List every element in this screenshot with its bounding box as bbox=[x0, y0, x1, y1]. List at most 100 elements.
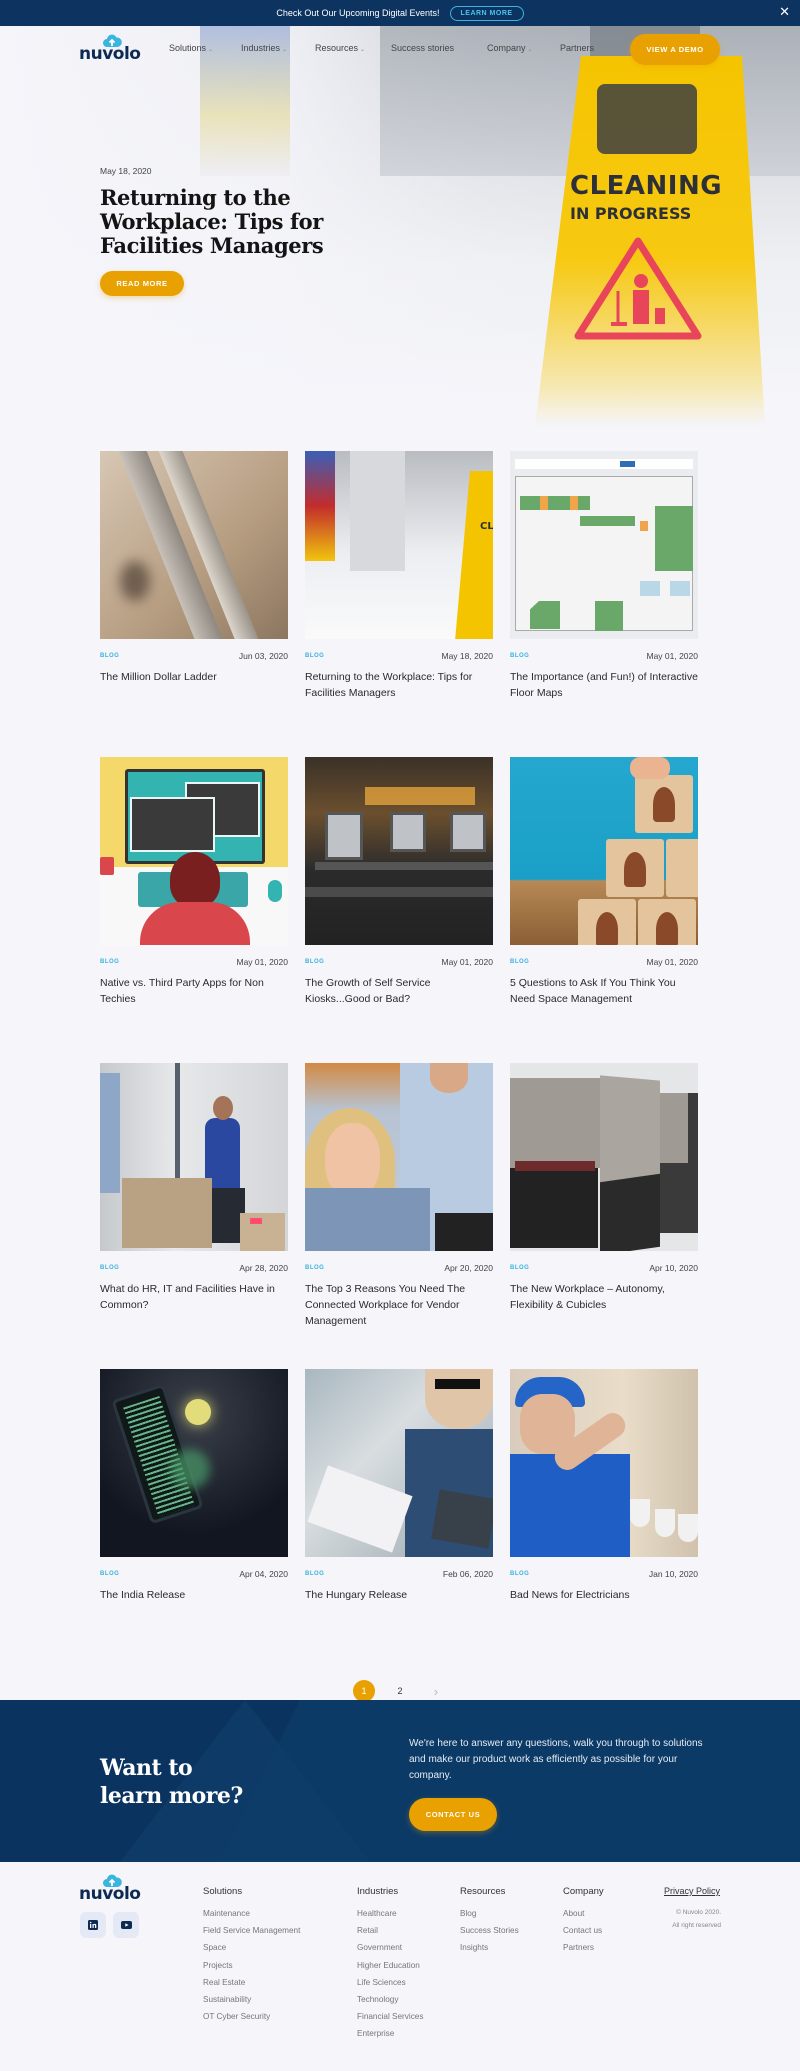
blog-tag[interactable]: BLOG bbox=[305, 1265, 324, 1271]
footer-link[interactable]: Financial Services bbox=[357, 2008, 423, 2025]
nav-resources[interactable]: Resources ⌄ bbox=[315, 43, 365, 53]
blog-thumbnail-cleaning-sign[interactable]: CL bbox=[305, 451, 493, 639]
hero-title: Returning to the Workplace: Tips for Fac… bbox=[100, 185, 324, 259]
blog-title[interactable]: 5 Questions to Ask If You Think You Need… bbox=[510, 975, 698, 1023]
blog-tag[interactable]: BLOG bbox=[510, 653, 529, 659]
blog-tag[interactable]: BLOG bbox=[100, 1265, 119, 1271]
blog-title[interactable]: What do HR, IT and Facilities Have in Co… bbox=[100, 1281, 288, 1329]
blog-tag[interactable]: BLOG bbox=[100, 1571, 119, 1577]
blog-tag[interactable]: BLOG bbox=[510, 959, 529, 965]
blog-title[interactable]: The New Workplace – Autonomy, Flexibilit… bbox=[510, 1281, 698, 1329]
cta-title-line1: Want to bbox=[100, 1755, 193, 1781]
hero-content: May 18, 2020 Returning to the Workplace:… bbox=[100, 166, 380, 297]
footer-heading: Solutions bbox=[203, 1886, 243, 1897]
blog-tag[interactable]: BLOG bbox=[510, 1571, 529, 1577]
blog-card[interactable]: BLOG May 01, 2020 5 Questions to Ask If Yo… bbox=[510, 757, 698, 1023]
blog-meta: BLOG Jan 10, 2020 bbox=[510, 1569, 698, 1579]
linkedin-button[interactable] bbox=[80, 1912, 106, 1938]
blog-card[interactable]: CL BLOG May 18, 2020 Returning to the Workp… bbox=[305, 451, 493, 717]
blog-card[interactable]: BLOG Apr 20, 2020 The Top 3 Reasons You Ne… bbox=[305, 1063, 493, 1329]
footer-link[interactable]: Space bbox=[203, 1939, 300, 1956]
footer-link[interactable]: Insights bbox=[460, 1939, 519, 1956]
blog-title[interactable]: The Hungary Release bbox=[305, 1587, 493, 1635]
privacy-policy-link[interactable]: Privacy Policy bbox=[664, 1886, 720, 1896]
footer-link[interactable]: Blog bbox=[460, 1905, 519, 1922]
footer-link[interactable]: Life Sciences bbox=[357, 1974, 423, 1991]
blog-thumbnail-developer-illustration[interactable] bbox=[100, 757, 288, 945]
read-more-button[interactable]: READ MORE bbox=[100, 271, 184, 297]
footer-link[interactable]: Government bbox=[357, 1939, 423, 1956]
blog-thumbnail-phone-code[interactable] bbox=[100, 1369, 288, 1557]
footer-link[interactable]: Technology bbox=[357, 1991, 423, 2008]
blog-card[interactable]: BLOG Apr 28, 2020 What do HR, IT and Facil… bbox=[100, 1063, 288, 1329]
nav-success-stories[interactable]: Success stories bbox=[391, 43, 454, 53]
footer-link[interactable]: Higher Education bbox=[357, 1957, 423, 1974]
blog-thumbnail-cubicles[interactable] bbox=[510, 1063, 698, 1251]
blog-title[interactable]: The Top 3 Reasons You Need The Connected… bbox=[305, 1281, 493, 1329]
blog-date: Apr 28, 2020 bbox=[239, 1263, 288, 1273]
blog-card[interactable]: BLOG Jun 03, 2020 The Million Dollar Ladde… bbox=[100, 451, 288, 717]
nav-industries[interactable]: Industries ⌄ bbox=[241, 43, 287, 53]
youtube-button[interactable] bbox=[113, 1912, 139, 1938]
footer-link[interactable]: Retail bbox=[357, 1922, 423, 1939]
blog-title[interactable]: The Million Dollar Ladder bbox=[100, 669, 288, 717]
nav-partners[interactable]: Partners bbox=[560, 43, 594, 53]
footer-link[interactable]: Success Stories bbox=[460, 1922, 519, 1939]
blog-thumbnail-warehouse-colleagues[interactable] bbox=[305, 1063, 493, 1251]
blog-meta: BLOG May 01, 2020 bbox=[305, 957, 493, 967]
close-icon[interactable]: ✕ bbox=[779, 5, 790, 19]
blog-thumbnail-electrician[interactable] bbox=[510, 1369, 698, 1557]
blog-date: May 01, 2020 bbox=[236, 957, 288, 967]
footer-link[interactable]: OT Cyber Security bbox=[203, 2008, 300, 2025]
footer-link[interactable]: Enterprise bbox=[357, 2025, 423, 2042]
contact-us-button[interactable]: CONTACT US bbox=[409, 1798, 497, 1831]
blog-title[interactable]: The Growth of Self Service Kiosks...Good… bbox=[305, 975, 493, 1023]
footer-link[interactable]: Sustainability bbox=[203, 1991, 300, 2008]
nav-solutions[interactable]: Solutions ⌄ bbox=[169, 43, 213, 53]
blog-title[interactable]: The Importance (and Fun!) of Interactive… bbox=[510, 669, 698, 717]
blog-card[interactable]: BLOG Feb 06, 2020 The Hungary Release bbox=[305, 1369, 493, 1635]
blog-thumbnail-floor-map[interactable] bbox=[510, 451, 698, 639]
blog-tag[interactable]: BLOG bbox=[305, 653, 324, 659]
cta-title: Want to learn more? bbox=[100, 1754, 243, 1810]
learn-more-button[interactable]: LEARN MORE bbox=[449, 5, 524, 21]
footer-link[interactable]: Partners bbox=[563, 1939, 604, 1956]
nuvolo-logo[interactable]: nuvolo bbox=[79, 34, 141, 66]
footer-link[interactable]: Field Service Management bbox=[203, 1922, 300, 1939]
blog-title[interactable]: The India Release bbox=[100, 1587, 288, 1635]
page-2-button[interactable]: 2 bbox=[389, 1680, 411, 1702]
blog-card[interactable]: BLOG May 01, 2020 The Growth of Self Servi… bbox=[305, 757, 493, 1023]
blog-tag[interactable]: BLOG bbox=[510, 1265, 529, 1271]
blog-card[interactable]: BLOG May 01, 2020 The Importance (and Fun!… bbox=[510, 451, 698, 717]
blog-tag[interactable]: BLOG bbox=[100, 959, 119, 965]
footer-link[interactable]: Real Estate bbox=[203, 1974, 300, 1991]
blog-card[interactable]: BLOG May 01, 2020 Native vs. Third Party A… bbox=[100, 757, 288, 1023]
blog-row: BLOG Apr 28, 2020 What do HR, IT and Facil… bbox=[100, 1063, 800, 1329]
footer-logo[interactable]: nuvolo bbox=[79, 1874, 141, 1906]
blog-title[interactable]: Returning to the Workplace: Tips for Fac… bbox=[305, 669, 493, 717]
footer-link[interactable]: Healthcare bbox=[357, 1905, 423, 1922]
blog-thumbnail-office-team-boxes[interactable] bbox=[100, 1063, 288, 1251]
view-demo-button[interactable]: VIEW A DEMO bbox=[630, 34, 720, 65]
blog-thumbnail-self-checkout-kiosks[interactable] bbox=[305, 757, 493, 945]
blog-tag[interactable]: BLOG bbox=[100, 653, 119, 659]
blog-thumbnail-wooden-blocks-people[interactable] bbox=[510, 757, 698, 945]
blog-tag[interactable]: BLOG bbox=[305, 1571, 324, 1577]
footer-link[interactable]: Maintenance bbox=[203, 1905, 300, 1922]
blog-card[interactable]: BLOG Jan 10, 2020 Bad News for Electrician… bbox=[510, 1369, 698, 1635]
footer-link[interactable]: Projects bbox=[203, 1957, 300, 1974]
blog-card[interactable]: BLOG Apr 04, 2020 The India Release bbox=[100, 1369, 288, 1635]
blog-card[interactable]: BLOG Apr 10, 2020 The New Workplace – Auto… bbox=[510, 1063, 698, 1329]
page-1-button[interactable]: 1 bbox=[353, 1680, 375, 1702]
nav-company[interactable]: Company ⌄ bbox=[487, 43, 533, 53]
blog-title[interactable]: Bad News for Electricians bbox=[510, 1587, 698, 1635]
chevron-right-icon[interactable]: › bbox=[425, 1680, 447, 1702]
footer-link[interactable]: Contact us bbox=[563, 1922, 604, 1939]
hero-date: May 18, 2020 bbox=[100, 166, 152, 176]
blog-thumbnail-ladder[interactable] bbox=[100, 451, 288, 639]
blog-title[interactable]: Native vs. Third Party Apps for Non Tech… bbox=[100, 975, 288, 1023]
blog-tag[interactable]: BLOG bbox=[305, 959, 324, 965]
footer-column-solutions: Solutions Maintenance Field Service Mana… bbox=[203, 1886, 300, 2025]
footer-link[interactable]: About bbox=[563, 1905, 604, 1922]
blog-thumbnail-man-with-tablet[interactable] bbox=[305, 1369, 493, 1557]
